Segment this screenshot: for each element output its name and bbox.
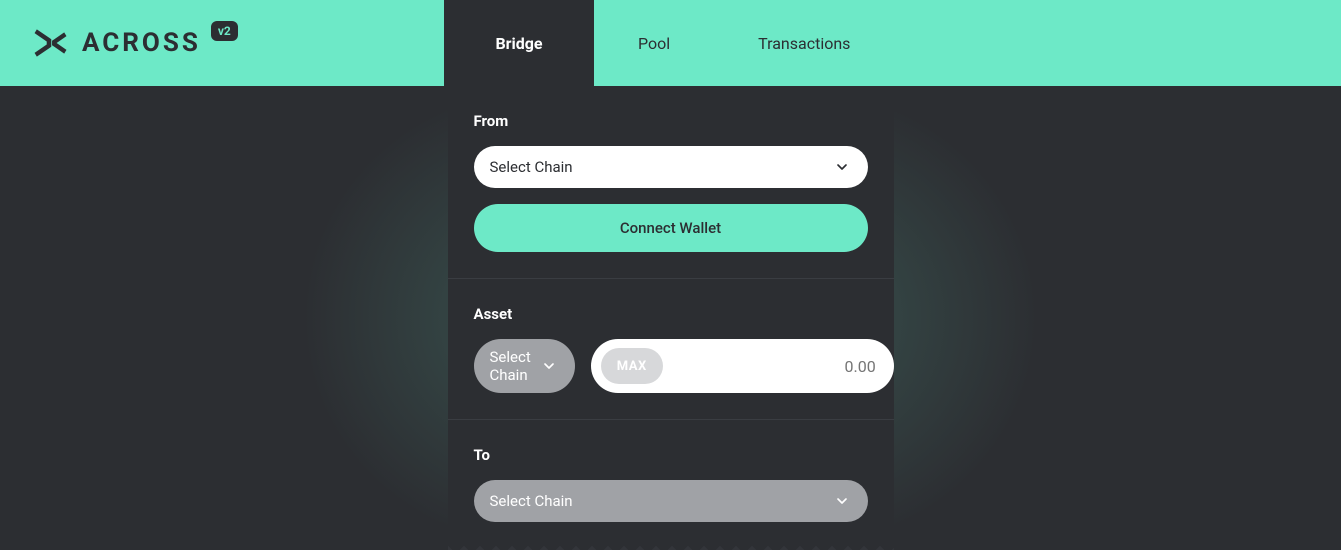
to-section: To Select Chain [448,420,894,548]
across-logo-icon [30,24,68,62]
amount-input[interactable] [673,357,876,376]
from-chain-select-placeholder: Select Chain [490,158,573,176]
brand-name: ACROSS [82,28,201,58]
section-divider-zigzag [448,542,894,550]
tab-bridge[interactable]: Bridge [444,0,594,86]
from-section: From Select Chain Connect Wallet [448,86,894,279]
amount-field-wrap: MAX [591,339,894,393]
from-label: From [474,112,868,130]
main-nav: Bridge Pool Transactions [444,0,894,86]
chevron-down-icon [834,159,850,175]
app-header: ACROSS v2 Bridge Pool Transactions [0,0,1341,86]
asset-section: Asset Select Chain MAX [448,279,894,420]
from-chain-select[interactable]: Select Chain [474,146,868,188]
tab-transactions[interactable]: Transactions [714,0,894,86]
tab-pool[interactable]: Pool [594,0,714,86]
asset-select-placeholder: Select Chain [490,348,531,384]
brand-version-badge: v2 [211,21,238,41]
asset-select[interactable]: Select Chain [474,339,575,393]
connect-wallet-button[interactable]: Connect Wallet [474,204,868,252]
to-chain-select-placeholder: Select Chain [490,492,573,510]
chevron-down-icon [541,358,557,374]
chevron-down-icon [834,493,850,509]
bridge-panel: From Select Chain Connect Wallet Asset S… [448,86,894,548]
brand: ACROSS v2 [0,24,444,62]
to-label: To [474,446,868,464]
max-button[interactable]: MAX [601,348,663,384]
to-chain-select[interactable]: Select Chain [474,480,868,522]
asset-label: Asset [474,305,868,323]
